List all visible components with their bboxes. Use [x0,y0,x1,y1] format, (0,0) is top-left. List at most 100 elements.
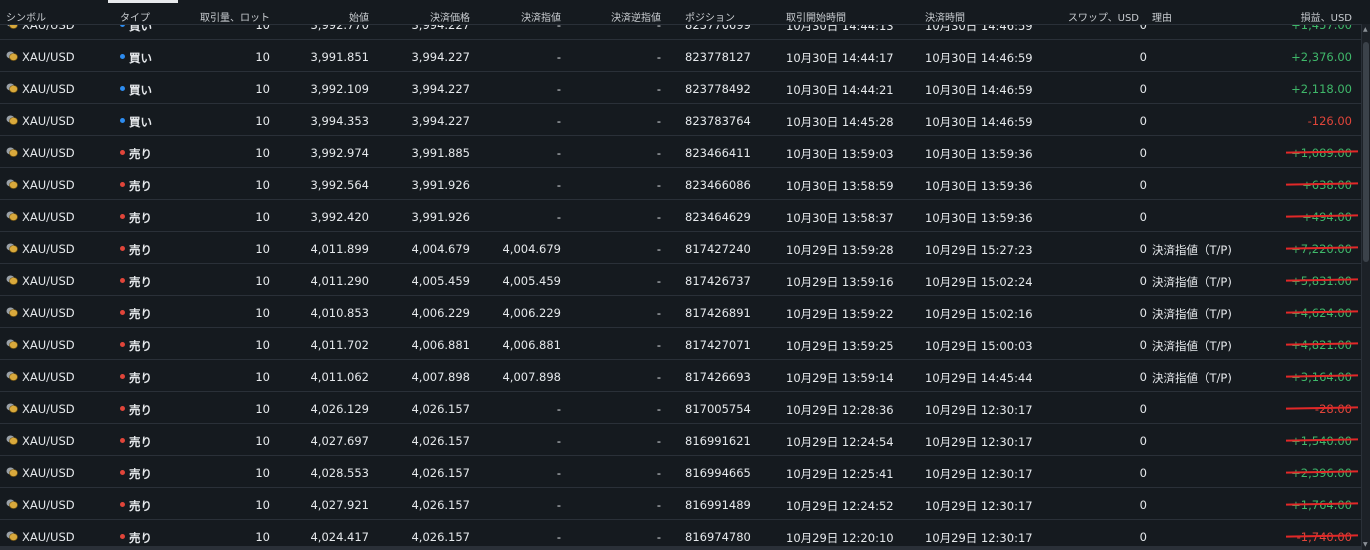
cell-volume: 10 [255,146,270,160]
cell-profit: -126.00 [1307,114,1352,128]
cell-swap: 0 [1139,306,1147,320]
cell-close-price: 4,004.679 [411,242,470,256]
cell-open-time: 10月29日 12:25:41 [786,467,894,481]
cell-close-time: 10月30日 13:59:36 [925,211,1033,225]
cell-symbol: XAU/USD [22,466,75,480]
table-row[interactable]: XAU/USD 買い 10 3,991.851 3,994.227 - - 823778127… [0,40,1362,72]
cell-type: 買い [129,115,152,129]
table-row[interactable]: XAU/USD 売り 10 4,028.553 4,026.157 - - 816994665… [0,456,1362,488]
table-row[interactable]: XAU/USD 売り 10 4,027.921 4,026.157 - - 816991489… [0,488,1362,520]
cell-open-price: 4,011.702 [310,338,369,352]
cell-type: 売り [129,275,152,289]
table-row[interactable]: XAU/USD 売り 10 4,011.290 4,005.459 4,005.459 - 8… [0,264,1362,296]
cell-volume: 10 [255,82,270,96]
sell-dot-icon [120,342,125,347]
cell-open-time: 10月29日 13:59:28 [786,243,894,257]
sell-dot-icon [120,438,125,443]
table-row[interactable]: XAU/USD 売り 10 3,992.420 3,991.926 - - 823464629… [0,200,1362,232]
bottom-border [0,546,1362,550]
scroll-up-icon[interactable]: ▲ [1363,26,1368,33]
column-header-volume[interactable]: 取引量、ロット [200,9,270,24]
cell-stop-loss: - [656,434,661,448]
column-header-take-profit[interactable]: 決済指値 [521,9,561,24]
table-row[interactable]: XAU/USD 売り 10 4,010.853 4,006.229 4,006.229 - 8… [0,296,1362,328]
cell-type: 売り [129,435,152,449]
cell-take-profit: - [556,82,561,96]
cell-take-profit: - [556,210,561,224]
gold-coin-icon [6,178,18,189]
table-row[interactable]: XAU/USD 売り 10 4,011.702 4,006.881 4,006.881 - 8… [0,328,1362,360]
cell-take-profit: - [556,498,561,512]
sell-dot-icon [120,534,125,539]
gold-coin-icon [6,146,18,157]
column-header-open-time[interactable]: 取引開始時間 [786,9,846,24]
cell-close-time: 10月29日 12:30:17 [925,467,1033,481]
cell-position: 817005754 [685,402,751,416]
table-row[interactable]: XAU/USD 売り 10 4,011.899 4,004.679 4,004.679 - 8… [0,232,1362,264]
cell-close-time: 10月29日 15:00:03 [925,339,1033,353]
cell-open-time: 10月30日 14:44:21 [786,83,894,97]
gold-coin-icon [6,370,18,381]
cell-swap: 0 [1139,402,1147,416]
cell-volume: 10 [255,498,270,512]
cell-type: 買い [129,83,152,97]
gold-coin-icon [6,498,18,509]
table-row[interactable]: XAU/USD 売り 10 4,026.129 4,026.157 - - 817005754… [0,392,1362,424]
cell-take-profit: - [556,146,561,160]
cell-swap: 0 [1139,370,1147,384]
cell-open-time: 10月30日 14:45:28 [786,115,894,129]
cell-close-price: 4,026.157 [411,466,470,480]
gold-coin-icon [6,434,18,445]
cell-take-profit: - [556,402,561,416]
cell-stop-loss: - [656,146,661,160]
cell-volume: 10 [255,274,270,288]
cell-open-time: 10月29日 13:59:16 [786,275,894,289]
cell-swap: 0 [1139,50,1147,64]
cell-close-time: 10月30日 14:46:59 [925,83,1033,97]
cell-open-price: 3,992.974 [310,146,369,160]
cell-stop-loss: - [656,370,661,384]
cell-open-time: 10月30日 14:44:17 [786,51,894,65]
table-row[interactable]: XAU/USD 買い 10 3,992.109 3,994.227 - - 823778492… [0,72,1362,104]
cell-open-price: 4,011.062 [310,370,369,384]
cell-type: 売り [129,211,152,225]
column-header-close-time[interactable]: 決済時間 [925,9,965,24]
table-row[interactable]: XAU/USD 買い 10 3,994.353 3,994.227 - - 823783764… [0,104,1362,136]
column-header-stop-loss[interactable]: 決済逆指値 [611,9,661,24]
cell-open-price: 4,026.129 [310,402,369,416]
sell-dot-icon [120,310,125,315]
column-header-swap[interactable]: スワップ、USD [1068,9,1139,24]
cell-close-time: 10月30日 13:59:36 [925,147,1033,161]
cell-stop-loss: - [656,402,661,416]
column-header-symbol[interactable]: シンボル [6,9,46,24]
table-row[interactable]: XAU/USD 売り 10 4,027.697 4,026.157 - - 816991621… [0,424,1362,456]
table-row[interactable]: XAU/USD 売り 10 3,992.974 3,991.885 - - 823466411… [0,136,1362,168]
cell-close-price: 4,007.898 [411,370,470,384]
buy-dot-icon [120,118,125,123]
cell-open-time: 10月30日 13:58:37 [786,211,894,225]
table-row[interactable]: XAU/USD 売り 10 4,011.062 4,007.898 4,007.898 - 8… [0,360,1362,392]
scroll-down-icon[interactable]: ▼ [1363,541,1368,548]
column-header-reason[interactable]: 理由 [1152,9,1172,24]
table-row[interactable]: XAU/USD 売り 10 3,992.564 3,991.926 - - 823466086… [0,168,1362,200]
cell-swap: 0 [1139,114,1147,128]
gold-coin-icon [6,402,18,413]
cell-position: 817427071 [685,338,751,352]
cell-symbol: XAU/USD [22,178,75,192]
gold-coin-icon [6,466,18,477]
column-header-position[interactable]: ポジション [685,9,735,24]
buy-dot-icon [120,54,125,59]
cell-open-time: 10月29日 12:24:54 [786,435,894,449]
column-header-close-price[interactable]: 決済価格 [430,9,470,24]
cell-type: 売り [129,179,152,193]
column-header-open-price[interactable]: 始値 [349,9,369,24]
scrollbar-thumb[interactable] [1363,42,1369,262]
cell-close-price: 3,991.926 [411,210,470,224]
column-header-profit[interactable]: 損益、USD [1301,9,1352,24]
cell-swap: 0 [1139,498,1147,512]
column-header-type[interactable]: タイプ [120,9,150,24]
cell-volume: 10 [255,306,270,320]
cell-stop-loss: - [656,274,661,288]
vertical-scrollbar[interactable]: ▲ ▼ [1361,24,1370,550]
cell-position: 823464629 [685,210,751,224]
